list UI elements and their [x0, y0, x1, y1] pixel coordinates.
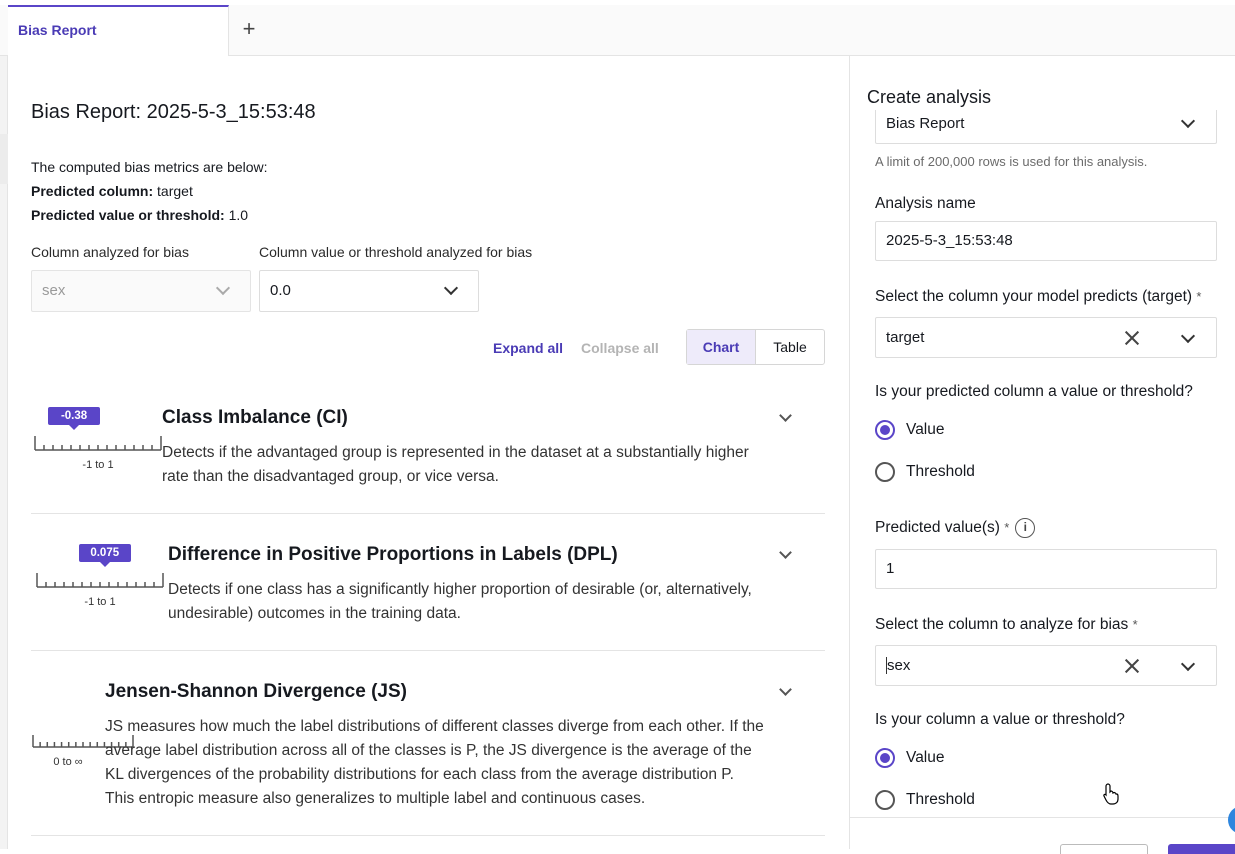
page-title: Bias Report: 2025-5-3_15:53:48: [31, 101, 316, 123]
clear-icon[interactable]: [1124, 330, 1140, 346]
chevron-down-icon[interactable]: [779, 683, 792, 696]
chevron-down-icon: [215, 280, 231, 296]
predicted-type-value-radio[interactable]: Value: [875, 420, 945, 440]
chevron-down-icon: [1180, 328, 1196, 344]
bias-column-select[interactable]: sex: [875, 645, 1217, 686]
predicted-values-input[interactable]: 1: [875, 549, 1217, 589]
radio-unselected-icon: [875, 790, 895, 810]
col-analyzed-label: Column analyzed for bias: [31, 244, 189, 260]
left-rail: [0, 56, 8, 849]
chevron-down-icon: [1180, 113, 1196, 129]
metric-card[interactable]: 0 to ∞ Jensen-Shannon Divergence (JS) JS…: [31, 651, 825, 836]
column-type-value-radio[interactable]: Value: [875, 748, 945, 768]
metric-gauge: -0.38 -1 to 1: [33, 407, 163, 477]
panel-footer: [850, 817, 1235, 854]
required-marker: *: [1196, 289, 1202, 304]
add-tab-icon[interactable]: +: [238, 18, 260, 40]
metric-description: JS measures how much the label distribut…: [105, 718, 764, 807]
metric-card[interactable]: -0.38 -1 to 1 Class Imbalance (CI) Detec…: [31, 393, 825, 514]
expand-all-button[interactable]: Expand all: [493, 340, 563, 356]
radio-selected-icon: [875, 420, 895, 440]
row-limit-hint: A limit of 200,000 rows is used for this…: [875, 154, 1148, 169]
predicted-type-label: Is your predicted column a value or thre…: [875, 383, 1193, 400]
hand-cursor-icon: [1103, 783, 1119, 805]
gauge-range-label: -1 to 1: [82, 459, 114, 471]
target-column-select[interactable]: target: [875, 317, 1217, 358]
metric-title: Class Imbalance (CI): [162, 407, 348, 428]
tab-label: Bias Report: [18, 22, 97, 38]
metric-description: Detects if one class has a significantly…: [168, 581, 752, 622]
summary-predicted-column: Predicted column: target: [31, 183, 193, 199]
left-rail-marker: [0, 134, 8, 184]
chart-view-button[interactable]: Chart: [687, 330, 756, 364]
analysis-name-input[interactable]: 2025-5-3_15:53:48: [875, 221, 1217, 261]
chevron-down-icon: [1180, 656, 1196, 672]
table-view-button[interactable]: Table: [756, 330, 824, 364]
column-type-threshold-radio[interactable]: Threshold: [875, 790, 975, 810]
target-column-label: Select the column your model predicts (t…: [875, 288, 1202, 305]
col-value-select[interactable]: 0.0: [259, 270, 479, 312]
chevron-down-icon[interactable]: [779, 409, 792, 422]
metric-value-badge: 0.075: [78, 544, 131, 567]
cancel-button[interactable]: [1060, 844, 1148, 854]
required-marker: *: [1132, 617, 1138, 632]
radio-selected-icon: [875, 748, 895, 768]
metric-value-badge: -0.38: [48, 407, 101, 430]
report-summary: The computed bias metrics are below: Pre…: [31, 155, 268, 227]
col-analyzed-select: sex: [31, 270, 251, 312]
summary-predicted-value: Predicted value or threshold: 1.0: [31, 207, 249, 223]
gauge-range-label: 0 to ∞: [53, 756, 83, 768]
metric-title: Jensen-Shannon Divergence (JS): [105, 681, 407, 702]
radio-unselected-icon: [875, 462, 895, 482]
metric-title: Difference in Positive Proportions in La…: [168, 544, 618, 565]
collapse-all-button[interactable]: Collapse all: [581, 340, 659, 356]
col-value-label: Column value or threshold analyzed for b…: [259, 244, 533, 260]
chevron-down-icon[interactable]: [779, 546, 792, 559]
tab-bias-report[interactable]: Bias Report: [8, 5, 229, 56]
gauge-range-label: -1 to 1: [84, 596, 116, 608]
clear-icon[interactable]: [1124, 658, 1140, 674]
predicted-values-label: Predicted value(s) * i: [875, 518, 1036, 538]
analysis-type-select[interactable]: Bias Report: [875, 110, 1217, 144]
required-marker: *: [1004, 520, 1010, 536]
info-icon[interactable]: i: [1015, 518, 1036, 538]
column-type-label: Is your column a value or threshold?: [875, 711, 1125, 728]
chevron-down-icon: [443, 280, 459, 296]
predicted-type-threshold-radio[interactable]: Threshold: [875, 462, 975, 482]
analysis-name-label: Analysis name: [875, 195, 976, 212]
panel-title: Create analysis: [867, 87, 992, 107]
report-main: Bias Report: 2025-5-3_15:53:48 The compu…: [8, 56, 849, 849]
tab-bar: Bias Report +: [0, 0, 1235, 56]
create-analysis-panel: Create analysis Bias Report A limit of 2…: [849, 56, 1235, 854]
create-button[interactable]: [1168, 844, 1235, 854]
summary-intro: The computed bias metrics are below:: [31, 159, 268, 175]
metric-card[interactable]: 0.075 -1 to 1 Difference in Positive Pro…: [31, 514, 825, 651]
view-toggle: Chart Table: [686, 329, 825, 365]
bias-column-label: Select the column to analyze for bias *: [875, 616, 1138, 633]
metric-description: Detects if the advantaged group is repre…: [162, 444, 749, 485]
metric-gauge: 0.075 -1 to 1: [35, 544, 165, 614]
